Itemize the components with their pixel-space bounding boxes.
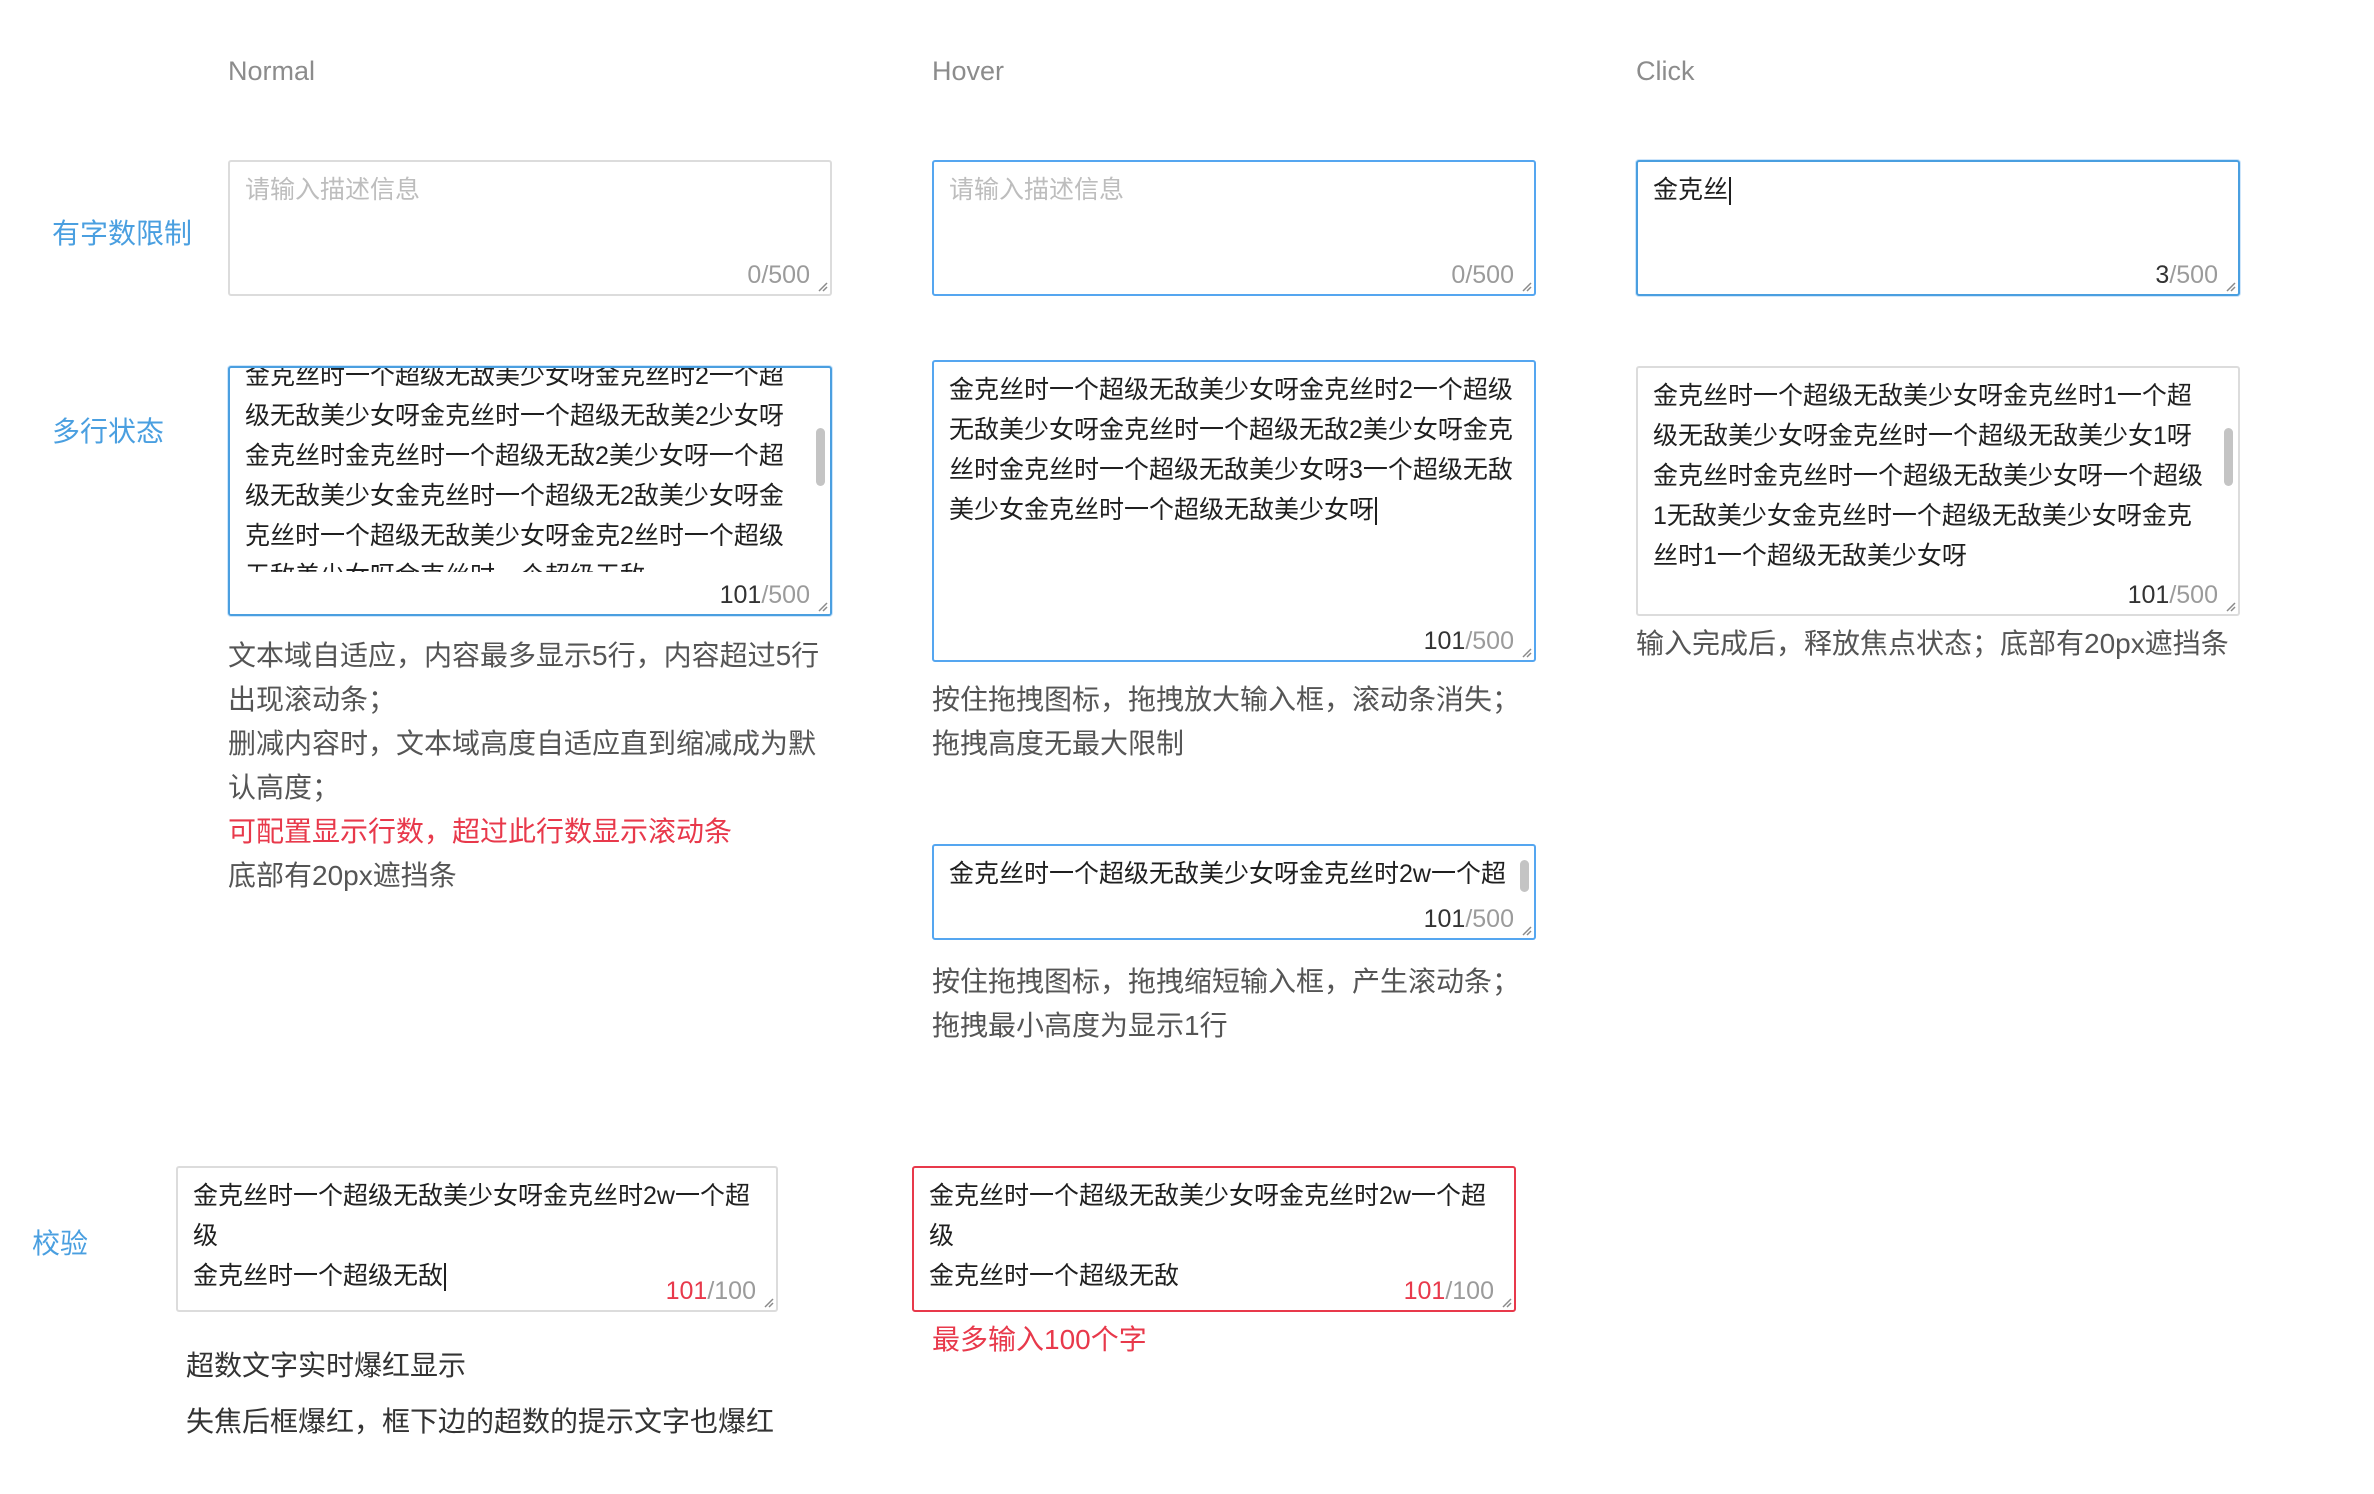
char-counter: 101/500 — [1424, 626, 1514, 656]
resize-grip-icon[interactable] — [1500, 1296, 1512, 1308]
note-multiline-normal: 文本域自适应，内容最多显示5行，内容超过5行 出现滚动条； 删减内容时，文本域高… — [228, 634, 819, 898]
note-line: 拖拽高度无最大限制 — [932, 728, 1185, 759]
resize-grip-icon[interactable] — [2224, 600, 2236, 612]
char-limit: /500 — [761, 261, 810, 289]
textarea-limit-normal[interactable]: 请输入描述信息 0/500 — [228, 160, 832, 296]
textarea-validate-error[interactable]: 金克丝时一个超级无敌美少女呀金克丝时2w一个超级 金克丝时一个超级无敌 101/… — [912, 1166, 1516, 1312]
textarea-value: 金克丝时一个超级无敌美少女呀金克丝时1一个超级无敌美少女呀金克丝时一个超级无敌美… — [1653, 382, 2204, 570]
row-label-validate: 校验 — [32, 1228, 89, 1259]
textarea-multiline-hover-expanded[interactable]: 金克丝时一个超级无敌美少女呀金克丝时2一个超级无敌美少女呀金克丝时一个超级无敌2… — [932, 360, 1536, 662]
row-label-limit: 有字数限制 — [52, 218, 193, 249]
text-line: 金克丝时一个超级无敌美少女呀金克丝时2w一个超级 — [929, 1182, 1486, 1250]
char-limit: /500 — [1465, 627, 1514, 655]
char-count: 0 — [747, 261, 762, 289]
resize-grip-icon[interactable] — [1520, 646, 1532, 658]
char-counter: 0/500 — [1451, 260, 1514, 290]
resize-grip-icon[interactable] — [816, 600, 828, 612]
input-value-text: 金克丝 — [1653, 176, 1729, 204]
row-label-multiline: 多行状态 — [52, 416, 165, 447]
note-line: 输入完成后，释放焦点状态；底部有20px遮挡条 — [1636, 628, 2229, 659]
note-line: 失焦后框爆红，框下边的超数的提示文字也爆红 — [186, 1406, 775, 1437]
note-line: 按住拖拽图标，拖拽缩短输入框，产生滚动条； — [932, 966, 1521, 997]
note-line: 出现滚动条； — [228, 684, 397, 715]
note-validate: 超数文字实时爆红显示 失焦后框爆红，框下边的超数的提示文字也爆红 — [186, 1338, 774, 1450]
char-count-over: 101 — [665, 1277, 708, 1305]
char-counter: 101/100 — [1404, 1276, 1494, 1306]
error-message: 最多输入100个字 — [932, 1324, 1147, 1355]
input-value-text: 金克丝时一个超级无敌 — [193, 1262, 444, 1290]
note-line: 底部有20px遮挡条 — [228, 860, 457, 891]
char-limit: /100 — [1445, 1277, 1494, 1305]
resize-grip-icon[interactable] — [762, 1296, 774, 1308]
char-limit: /500 — [1465, 905, 1514, 933]
char-counter: 3/500 — [2155, 260, 2218, 290]
scrollbar[interactable] — [2224, 428, 2233, 486]
char-count-over: 101 — [1403, 1277, 1446, 1305]
resize-grip-icon[interactable] — [1520, 924, 1532, 936]
column-header-normal: Normal — [228, 56, 316, 86]
scrollbar[interactable] — [816, 428, 825, 486]
textarea-value: 金克丝时一个超级无敌美少女呀金克丝时2一个超级无敌美少女呀金克丝时一个超级无敌2… — [949, 370, 1514, 530]
char-limit: /500 — [1465, 261, 1514, 289]
char-limit: /500 — [2169, 261, 2218, 289]
char-count: 101 — [1423, 627, 1466, 655]
text-caret — [444, 1263, 447, 1292]
resize-grip-icon[interactable] — [816, 280, 828, 292]
char-limit: /100 — [707, 1277, 756, 1305]
char-count: 101 — [1423, 905, 1466, 933]
note-line: 认高度； — [228, 772, 341, 803]
textarea-limit-click[interactable]: 金克丝 3/500 — [1636, 160, 2240, 296]
note-multiline-hover-shrunk: 按住拖拽图标，拖拽缩短输入框，产生滚动条； 拖拽最小高度为显示1行 — [932, 960, 1520, 1048]
note-multiline-click: 输入完成后，释放焦点状态；底部有20px遮挡条 — [1636, 622, 2229, 666]
textarea-validate-typing[interactable]: 金克丝时一个超级无敌美少女呀金克丝时2w一个超级 金克丝时一个超级无敌 101/… — [176, 1166, 778, 1312]
textarea-multiline-normal[interactable]: 金克丝时一个超级无敌美少女呀金克丝时2一个超级无敌美少女呀金克丝时一个超级无敌美… — [228, 366, 832, 616]
textarea-value: 金克丝时一个超级无敌美少女呀金克丝时2w一个超级 — [949, 860, 1506, 888]
text-line: 金克丝时一个超级无敌美少女呀金克丝时2w一个超级 — [193, 1182, 750, 1250]
note-line: 超数文字实时爆红显示 — [186, 1350, 467, 1381]
placeholder-text: 请输入描述信息 — [949, 176, 1125, 204]
column-header-hover: Hover — [932, 56, 1005, 86]
placeholder-text: 请输入描述信息 — [245, 176, 421, 204]
char-count: 3 — [2155, 261, 2170, 289]
note-line: 按住拖拽图标，拖拽放大输入框，滚动条消失； — [932, 684, 1521, 715]
textarea-multiline-click[interactable]: 金克丝时一个超级无敌美少女呀金克丝时1一个超级无敌美少女呀金克丝时一个超级无敌美… — [1636, 366, 2240, 616]
char-counter: 101/500 — [1424, 904, 1514, 934]
textarea-value: 金克丝 — [1653, 170, 2218, 210]
note-multiline-hover-expanded: 按住拖拽图标，拖拽放大输入框，滚动条消失； 拖拽高度无最大限制 — [932, 678, 1520, 766]
scrollbar[interactable] — [1520, 860, 1529, 892]
column-header-click: Click — [1636, 56, 1695, 86]
char-count: 0 — [1451, 261, 1466, 289]
input-value-text: 金克丝时一个超级无敌美少女呀金克丝时2一个超级无敌美少女呀金克丝时一个超级无敌2… — [949, 376, 1513, 524]
note-line: 拖拽最小高度为显示1行 — [932, 1010, 1228, 1041]
char-counter: 101/500 — [2128, 580, 2218, 610]
textarea-value: 金克丝时一个超级无敌美少女呀金克丝时2一个超级无敌美少女呀金克丝时一个超级无敌美… — [245, 366, 784, 590]
text-caret — [1375, 497, 1378, 526]
char-counter: 101/100 — [666, 1276, 756, 1306]
note-line: 文本域自适应，内容最多显示5行，内容超过5行 — [228, 640, 820, 671]
char-counter: 101/500 — [720, 580, 810, 610]
note-line-highlight: 可配置显示行数，超过此行数显示滚动条 — [228, 816, 733, 847]
text-caret — [1729, 177, 1732, 206]
char-count: 101 — [2127, 581, 2170, 609]
resize-grip-icon[interactable] — [2224, 280, 2236, 292]
textarea-multiline-hover-shrunk[interactable]: 金克丝时一个超级无敌美少女呀金克丝时2w一个超级 101/500 — [932, 844, 1536, 940]
char-limit: /500 — [761, 581, 810, 609]
textarea-limit-hover[interactable]: 请输入描述信息 0/500 — [932, 160, 1536, 296]
char-count: 101 — [719, 581, 762, 609]
resize-grip-icon[interactable] — [1520, 280, 1532, 292]
note-line: 删减内容时，文本域高度自适应直到缩减成为默 — [228, 728, 817, 759]
char-counter: 0/500 — [747, 260, 810, 290]
char-limit: /500 — [2169, 581, 2218, 609]
